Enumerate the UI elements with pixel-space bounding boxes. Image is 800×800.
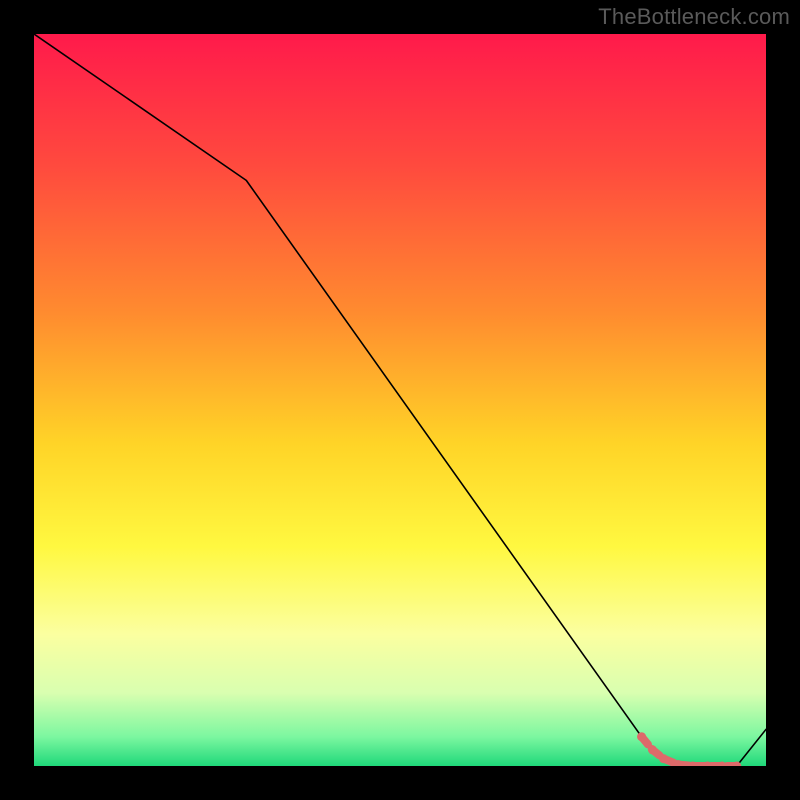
- bottleneck-marker-dot: [659, 754, 668, 763]
- bottleneck-chart: [34, 34, 766, 766]
- watermark-text: TheBottleneck.com: [598, 4, 790, 30]
- bottleneck-marker-dot: [637, 732, 646, 741]
- bottleneck-marker-dot: [648, 745, 657, 754]
- plot-background: [34, 34, 766, 766]
- chart-frame: TheBottleneck.com: [0, 0, 800, 800]
